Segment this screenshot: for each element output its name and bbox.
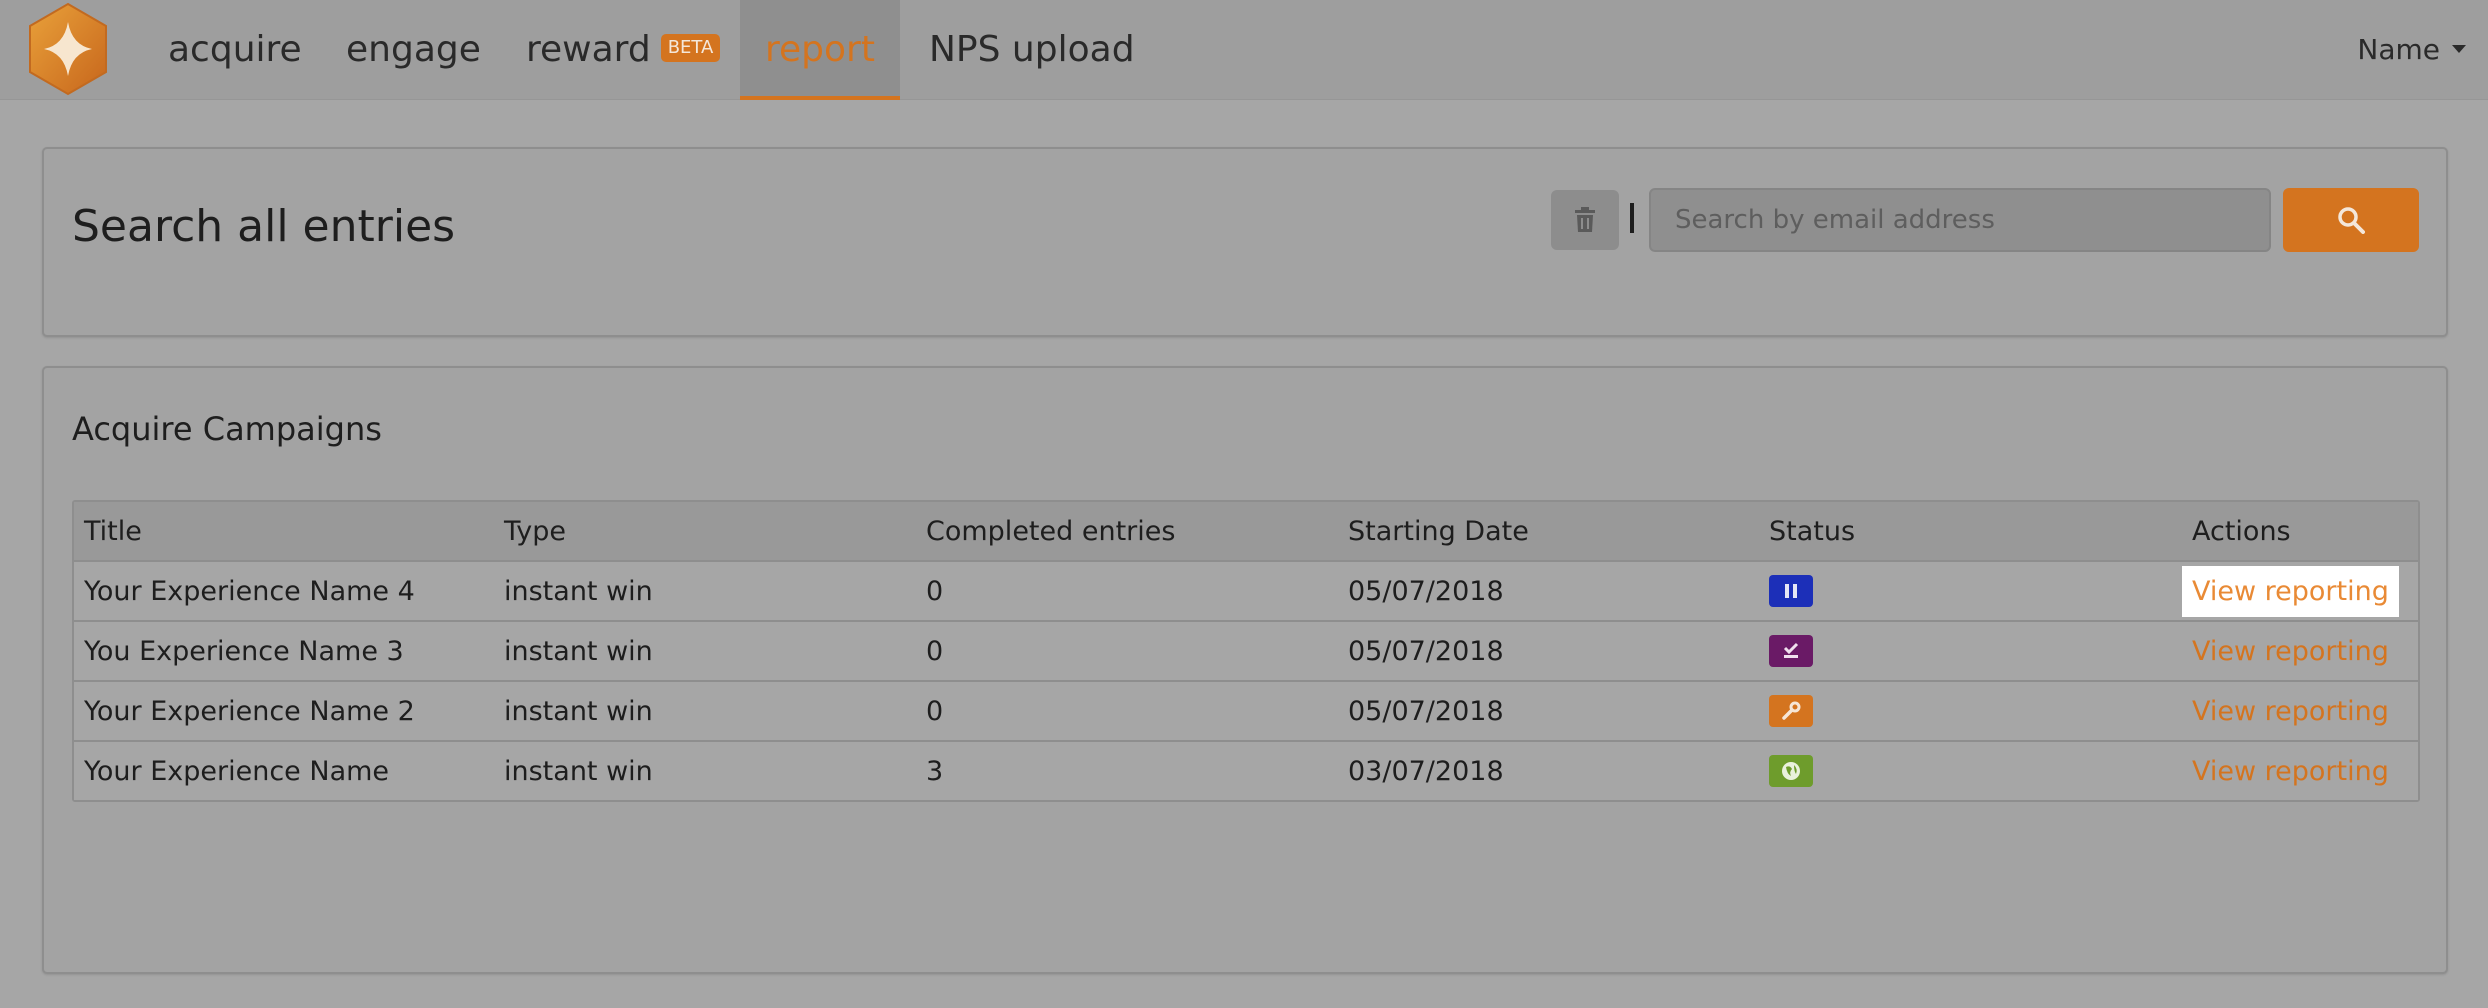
globe-icon	[1769, 755, 1813, 787]
cell-type: instant win	[504, 755, 653, 787]
cell-type: instant win	[504, 635, 653, 667]
nav-engage[interactable]: engage	[346, 0, 481, 100]
search-icon	[2338, 207, 2365, 234]
cell-completed: 0	[926, 575, 944, 607]
cell-date: 03/07/2018	[1348, 755, 1504, 787]
brand-logo-icon[interactable]	[26, 2, 110, 96]
cell-type: instant win	[504, 575, 653, 607]
nav-acquire[interactable]: acquire	[168, 0, 302, 100]
cell-actions: View reporting	[2192, 682, 2399, 740]
cell-completed: 3	[926, 755, 944, 787]
scheduled-icon	[1769, 635, 1813, 667]
nav-report-label: report	[765, 29, 875, 70]
cell-status	[1769, 622, 1813, 680]
top-navigation: acquire engage reward BETA report NPS upl…	[0, 0, 2488, 100]
view-reporting-link[interactable]: View reporting	[2182, 565, 2399, 617]
chevron-down-icon	[2452, 45, 2466, 53]
cell-date: 05/07/2018	[1348, 635, 1504, 667]
cell-actions: View reporting	[2192, 742, 2399, 800]
table-row: Your Experience Name instant win 3 03/07…	[74, 740, 2418, 800]
column-header-date: Starting Date	[1348, 515, 1529, 547]
cell-type: instant win	[504, 695, 653, 727]
cell-title: Your Experience Name 4	[84, 575, 415, 607]
cell-title: Your Experience Name 2	[84, 695, 415, 727]
search-button[interactable]	[2283, 188, 2419, 252]
cell-status	[1769, 742, 1813, 800]
table-row: Your Experience Name 4 instant win 0 05/…	[74, 560, 2418, 620]
separator	[1630, 203, 1634, 233]
cell-title: You Experience Name 3	[84, 635, 404, 667]
column-header-completed: Completed entries	[926, 515, 1176, 547]
search-panel: Search all entries	[42, 147, 2448, 337]
table-row: Your Experience Name 2 instant win 0 05/…	[74, 680, 2418, 740]
column-header-status: Status	[1769, 515, 1856, 547]
campaigns-table: Title Type Completed entries Starting Da…	[72, 500, 2420, 802]
view-reporting-link[interactable]: View reporting	[2182, 626, 2399, 677]
cell-date: 05/07/2018	[1348, 575, 1504, 607]
page-title: Search all entries	[72, 201, 456, 252]
email-search-input[interactable]	[1649, 188, 2271, 252]
nav-nps-upload[interactable]: NPS upload	[929, 0, 1135, 100]
cell-status	[1769, 682, 1813, 740]
nav-reward-label: reward	[526, 29, 651, 70]
cell-title: Your Experience Name	[84, 755, 390, 787]
column-header-title: Title	[84, 515, 142, 547]
clear-search-button[interactable]	[1551, 190, 1619, 250]
view-reporting-link[interactable]: View reporting	[2182, 686, 2399, 737]
trash-icon	[1575, 207, 1595, 232]
view-reporting-link[interactable]: View reporting	[2182, 746, 2399, 797]
cell-completed: 0	[926, 635, 944, 667]
cell-completed: 0	[926, 695, 944, 727]
cell-actions: View reporting	[2182, 562, 2399, 620]
column-header-type: Type	[504, 515, 567, 547]
pause-icon	[1769, 575, 1813, 607]
nav-report[interactable]: report	[740, 0, 900, 100]
cell-status	[1769, 562, 1813, 620]
user-name: Name	[2357, 33, 2440, 66]
campaigns-panel: Acquire Campaigns Title Type Completed e…	[42, 366, 2448, 974]
nav-engage-label: engage	[346, 29, 481, 70]
cell-actions: View reporting	[2192, 622, 2399, 680]
table-row: You Experience Name 3 instant win 0 05/0…	[74, 620, 2418, 680]
section-title: Acquire Campaigns	[72, 410, 382, 448]
cell-date: 05/07/2018	[1348, 695, 1504, 727]
nav-nps-upload-label: NPS upload	[929, 29, 1135, 70]
user-menu[interactable]: Name	[2357, 0, 2466, 100]
wrench-icon	[1769, 695, 1813, 727]
nav-reward[interactable]: reward BETA	[526, 0, 721, 100]
column-header-actions: Actions	[2192, 515, 2291, 547]
nav-acquire-label: acquire	[168, 29, 302, 70]
beta-badge: BETA	[660, 34, 721, 62]
table-header-row: Title Type Completed entries Starting Da…	[74, 502, 2418, 560]
